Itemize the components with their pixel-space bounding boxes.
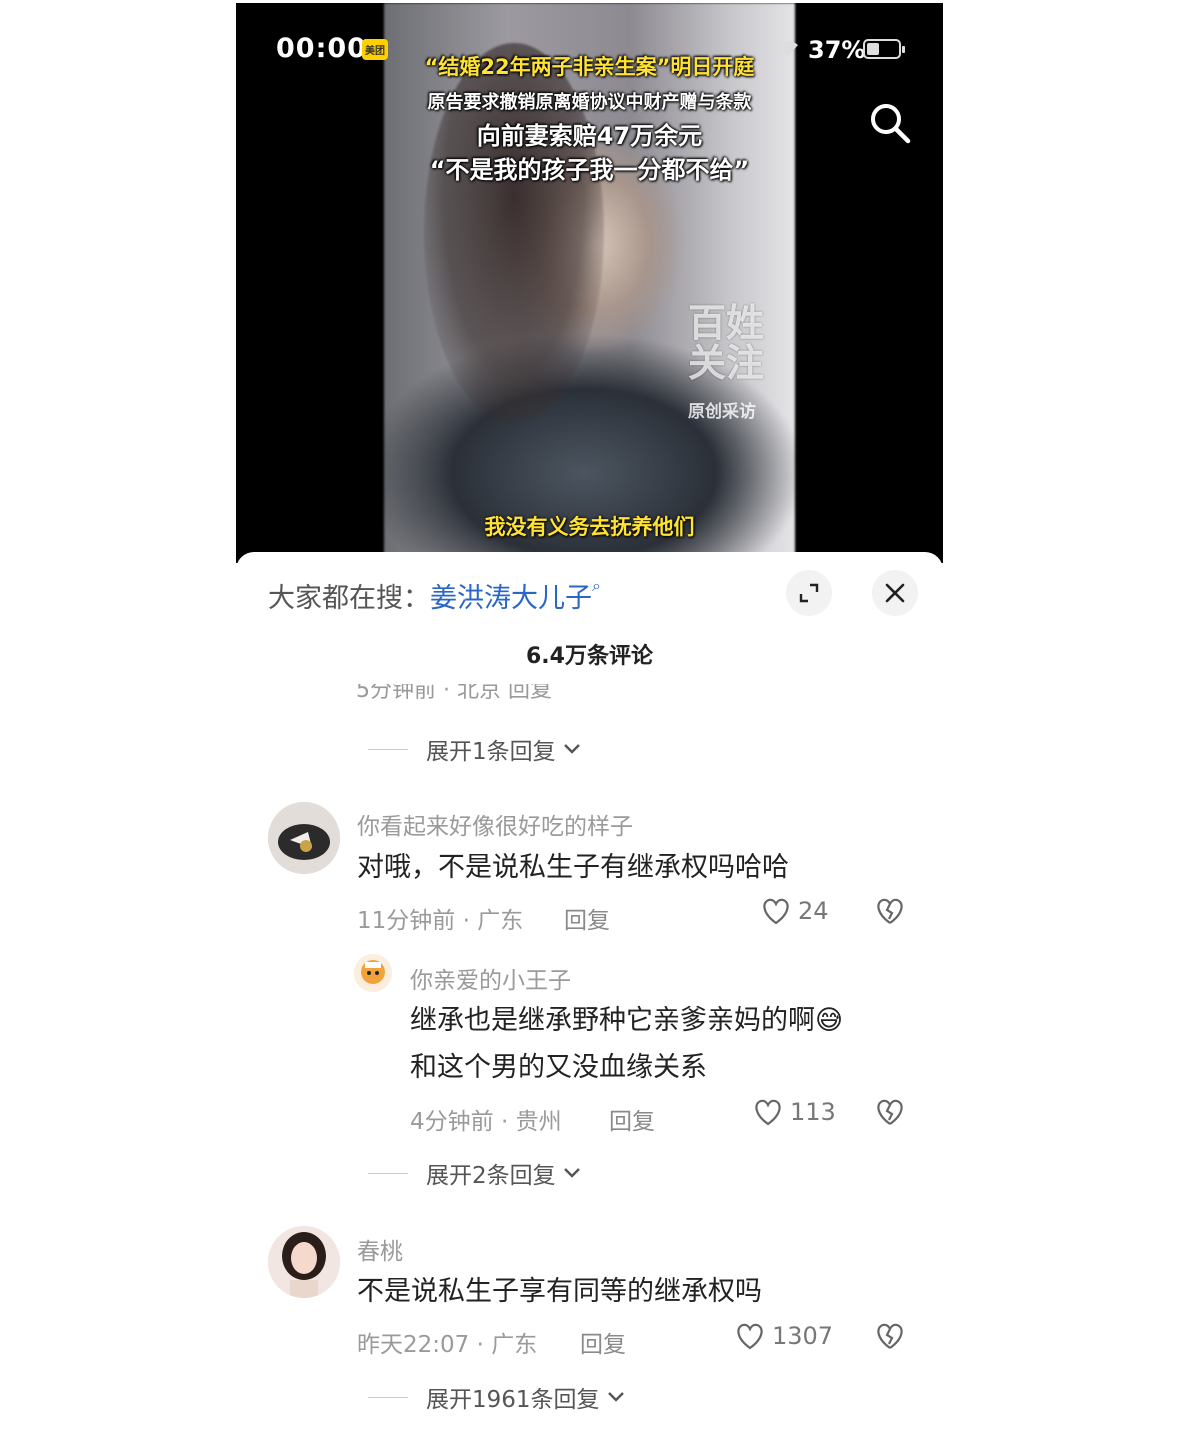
search-icon[interactable] [868,101,912,145]
comment-username[interactable]: 春桃 [357,1232,403,1266]
dislike-broken-heart-icon[interactable] [874,1321,906,1355]
expand-replies-label: 展开1961条回复 [426,1387,600,1413]
like-count: 24 [798,897,829,925]
dislike-broken-heart-icon[interactable] [874,1097,906,1131]
avatar[interactable] [268,1226,340,1298]
reply-button[interactable]: 回复 [564,901,610,935]
heart-icon [755,1099,781,1126]
video-subtitle: 我没有义务去抚养他们 [484,515,695,539]
reply-button[interactable]: 回复 [609,1102,655,1136]
clipped-meta-row: 5分钟前 · 北京 回复 [356,684,916,706]
watermark-line-1: 百姓 [688,301,765,345]
dislike-broken-heart-icon[interactable] [874,896,906,930]
heart-icon [763,898,789,925]
video-headline-3: 向前妻索赔47万余元 [476,122,703,150]
like-count: 113 [790,1098,836,1126]
expand-replies-3[interactable]: 展开1961条回复 [368,1380,626,1414]
expand-replies-label: 展开1条回复 [426,739,556,765]
chevron-down-icon [563,1168,580,1178]
chevron-down-icon [607,1392,624,1402]
reply-button[interactable]: 回复 [580,1325,626,1359]
battery-icon [863,39,905,59]
avatar[interactable] [268,802,340,874]
reply-text-line-1: 继承也是继承野种它亲爹亲妈的啊😅 [410,1005,844,1036]
comment-text: 不是说私生子享有同等的继承权吗 [357,1276,762,1307]
avatar[interactable] [354,954,392,992]
chevron-down-icon [563,744,580,754]
phone-screen: 00:00 美团 37% “结婚22年两子非亲生案”明日开庭 原告要求撤销原离婚… [236,3,943,1431]
battery-percent: 37% [808,36,866,64]
trending-search-keyword[interactable]: 姜洪涛大儿子 [430,583,592,614]
like-button[interactable]: 113 [752,1097,836,1127]
video-headline-1: “结婚22年两子非亲生案”明日开庭 [424,55,755,79]
watermark-line-2: 关注 [688,341,765,385]
comment-text: 对哦，不是说私生子有继承权吗哈哈 [357,852,789,883]
video-watermark: 百姓 关注 [688,303,764,383]
like-button[interactable]: 24 [760,896,829,926]
video-frame [384,3,795,563]
search-small-icon: ⌕ [592,576,601,595]
like-button[interactable]: 1307 [734,1321,833,1351]
trending-search-label: 大家都在搜： [268,583,430,614]
like-count: 1307 [772,1322,834,1350]
clipped-meta-text: 5分钟前 · 北京 回复 [356,684,552,703]
reply-text-line-2: 和这个男的又没血缘关系 [410,1052,707,1083]
comment-sheet: 大家都在搜：姜洪涛大儿子⌕ 6.4万条评论 5分钟前 · 北京 回复 展开1条回… [236,552,943,1431]
expand-icon [799,583,819,603]
comment-username[interactable]: 你看起来好像很好吃的样子 [357,807,633,841]
expand-sheet-button[interactable] [786,570,832,616]
watermark-sub: 原创采访 [688,402,756,422]
trending-search[interactable]: 大家都在搜：姜洪涛大儿子⌕ [268,576,601,615]
video-headline-2: 原告要求撤销原离婚协议中财产赠与条款 [427,92,752,113]
comment-count: 6.4万条评论 [526,644,653,669]
close-button[interactable] [872,570,918,616]
video-player[interactable]: 00:00 美团 37% “结婚22年两子非亲生案”明日开庭 原告要求撤销原离婚… [236,3,943,563]
heart-icon [737,1323,763,1350]
status-time: 00:00 [276,33,367,64]
comment-meta: 昨天22:07 · 广东 [357,1332,538,1358]
comment-meta: 11分钟前 · 广东 [357,908,524,934]
reply-meta: 4分钟前 · 贵州 [410,1109,562,1135]
expand-replies-label: 展开2条回复 [426,1163,556,1189]
expand-replies-1[interactable]: 展开1条回复 [368,732,582,766]
close-icon [885,583,905,603]
reply-username[interactable]: 你亲爱的小王子 [410,961,571,995]
video-headline-4: “不是我的孩子我一分都不给” [429,156,750,184]
expand-replies-2[interactable]: 展开2条回复 [368,1156,582,1190]
